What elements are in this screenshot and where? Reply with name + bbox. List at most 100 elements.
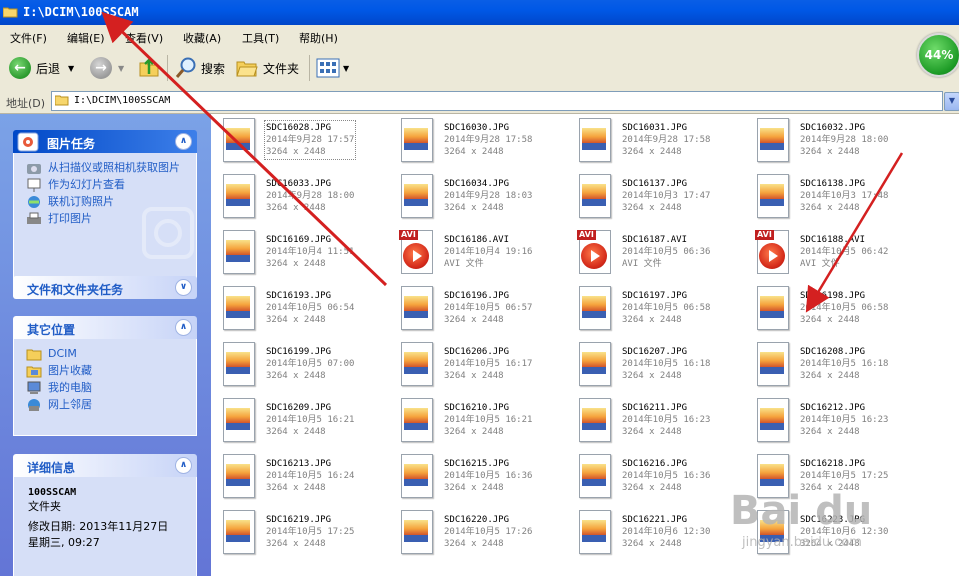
file-item[interactable]: SDC16030.JPG 2014年9月28 17:58 3264 x 2448 bbox=[389, 114, 565, 168]
chevron-down-icon[interactable]: ▼ bbox=[118, 64, 124, 73]
file-item[interactable]: SDC16221.JPG 2014年10月6 12:30 3264 x 2448 bbox=[567, 506, 743, 560]
forward-button[interactable]: → ▼ bbox=[90, 55, 124, 81]
link-network-places[interactable]: 网上邻居 bbox=[14, 398, 196, 411]
file-item[interactable]: AVI SDC16186.AVI 2014年10月4 19:16 AVI 文件 bbox=[389, 226, 565, 280]
file-item[interactable]: SDC16033.JPG 2014年9月28 18:00 3264 x 2448 bbox=[211, 170, 387, 224]
folders-button[interactable]: 文件夹 bbox=[235, 55, 299, 81]
file-item[interactable]: SDC16031.JPG 2014年9月28 17:58 3264 x 2448 bbox=[567, 114, 743, 168]
file-date: 2014年10月5 06:42 bbox=[800, 247, 889, 257]
avi-tag: AVI bbox=[755, 230, 774, 240]
file-item[interactable]: AVI SDC16188.AVI 2014年10月5 06:42 AVI 文件 bbox=[745, 226, 921, 280]
menu-file[interactable]: 文件(F) bbox=[10, 30, 47, 46]
other-places-header[interactable]: 其它位置 ∧ bbox=[13, 316, 197, 339]
file-dimensions: 3264 x 2448 bbox=[622, 315, 682, 325]
file-item[interactable]: AVI SDC16187.AVI 2014年10月5 06:36 AVI 文件 bbox=[567, 226, 743, 280]
file-info: SDC16188.AVI 2014年10月5 06:42 AVI 文件 bbox=[800, 234, 888, 270]
menu-view[interactable]: 查看(V) bbox=[125, 30, 163, 46]
file-item[interactable]: SDC16199.JPG 2014年10月5 07:00 3264 x 2448 bbox=[211, 338, 387, 392]
link-dcim[interactable]: DCIM bbox=[14, 347, 196, 361]
chevron-down-icon[interactable]: ▼ bbox=[68, 64, 74, 73]
file-item[interactable]: SDC16197.JPG 2014年10月5 06:58 3264 x 2448 bbox=[567, 282, 743, 336]
file-dimensions: AVI 文件 bbox=[800, 259, 840, 269]
link-get-pictures[interactable]: 从扫描仪或照相机获取图片 bbox=[14, 161, 196, 174]
address-dropdown-button[interactable]: ▼ bbox=[944, 92, 959, 111]
details-name: 100SSCAM bbox=[28, 487, 77, 498]
file-item[interactable]: SDC16209.JPG 2014年10月5 16:21 3264 x 2448 bbox=[211, 394, 387, 448]
address-input[interactable]: I:\DCIM\100SSCAM bbox=[51, 91, 943, 111]
file-item[interactable]: SDC16198.JPG 2014年10月5 06:58 3264 x 2448 bbox=[745, 282, 921, 336]
jpeg-image-icon bbox=[577, 118, 611, 162]
file-info: SDC16212.JPG 2014年10月5 16:23 3264 x 2448 bbox=[800, 402, 888, 438]
file-item[interactable]: SDC16138.JPG 2014年10月3 17:48 3264 x 2448 bbox=[745, 170, 921, 224]
file-dimensions: 3264 x 2448 bbox=[266, 371, 326, 381]
file-item[interactable]: SDC16034.JPG 2014年9月28 18:03 3264 x 2448 bbox=[389, 170, 565, 224]
file-tasks-header[interactable]: 文件和文件夹任务 ∨ bbox=[13, 276, 197, 299]
play-icon bbox=[581, 243, 607, 269]
file-item[interactable]: SDC16032.JPG 2014年9月28 18:00 3264 x 2448 bbox=[745, 114, 921, 168]
picture-tasks-icon bbox=[17, 132, 39, 152]
file-name: SDC16213.JPG bbox=[266, 459, 332, 469]
details-panel: 详细信息 ∧ 100SSCAM 文件夹 修改日期: 2013年11月27日 星期… bbox=[13, 454, 197, 577]
back-button[interactable]: ← 后退 ▼ bbox=[9, 55, 74, 81]
file-info: SDC16198.JPG 2014年10月5 06:58 3264 x 2448 bbox=[800, 290, 888, 326]
collapse-chevron-icon[interactable]: ∧ bbox=[175, 319, 192, 336]
file-item[interactable]: SDC16211.JPG 2014年10月5 16:23 3264 x 2448 bbox=[567, 394, 743, 448]
file-item[interactable]: SDC16208.JPG 2014年10月5 16:18 3264 x 2448 bbox=[745, 338, 921, 392]
folder-icon bbox=[55, 95, 69, 106]
link-my-pictures[interactable]: 图片收藏 bbox=[14, 364, 196, 378]
menu-help[interactable]: 帮助(H) bbox=[299, 30, 338, 46]
search-icon bbox=[175, 57, 196, 78]
file-dimensions: 3264 x 2448 bbox=[266, 483, 326, 493]
file-info: SDC16199.JPG 2014年10月5 07:00 3264 x 2448 bbox=[266, 346, 354, 382]
file-date: 2014年10月5 16:23 bbox=[622, 415, 711, 425]
file-item[interactable]: SDC16137.JPG 2014年10月3 17:47 3264 x 2448 bbox=[567, 170, 743, 224]
link-my-computer[interactable]: 我的电脑 bbox=[14, 381, 196, 394]
file-item[interactable]: SDC16219.JPG 2014年10月5 17:25 3264 x 2448 bbox=[211, 506, 387, 560]
file-name: SDC16169.JPG bbox=[266, 235, 332, 245]
file-item[interactable]: SDC16213.JPG 2014年10月5 16:24 3264 x 2448 bbox=[211, 450, 387, 504]
views-button[interactable]: ▼ bbox=[316, 55, 349, 81]
file-date: 2014年9月28 17:57 bbox=[266, 135, 355, 145]
jpeg-image-icon bbox=[577, 342, 611, 386]
file-item[interactable]: SDC16169.JPG 2014年10月4 11:51 3264 x 2448 bbox=[211, 226, 387, 280]
file-item[interactable]: SDC16220.JPG 2014年10月5 17:26 3264 x 2448 bbox=[389, 506, 565, 560]
file-name: SDC16138.JPG bbox=[800, 179, 866, 189]
details-kind: 文件夹 bbox=[28, 500, 61, 513]
file-name: SDC16186.AVI bbox=[444, 235, 510, 245]
file-dimensions: 3264 x 2448 bbox=[622, 203, 682, 213]
file-item[interactable]: SDC16028.JPG 2014年9月28 17:57 3264 x 2448 bbox=[211, 114, 387, 168]
file-dimensions: 3264 x 2448 bbox=[266, 203, 326, 213]
link-slideshow[interactable]: 作为幻灯片查看 bbox=[14, 178, 196, 192]
up-folder-button[interactable] bbox=[138, 55, 160, 81]
file-item[interactable]: SDC16216.JPG 2014年10月5 16:36 3264 x 2448 bbox=[567, 450, 743, 504]
order-prints-icon bbox=[28, 196, 40, 208]
chevron-down-icon[interactable]: ▼ bbox=[343, 64, 349, 73]
file-item[interactable]: SDC16207.JPG 2014年10月5 16:18 3264 x 2448 bbox=[567, 338, 743, 392]
picture-tasks-header[interactable]: 图片任务 ∧ bbox=[13, 130, 197, 153]
address-value: I:\DCIM\100SSCAM bbox=[74, 95, 171, 106]
file-dimensions: 3264 x 2448 bbox=[622, 539, 682, 549]
menu-favorites[interactable]: 收藏(A) bbox=[183, 30, 221, 46]
file-dimensions: AVI 文件 bbox=[622, 259, 662, 269]
file-item[interactable]: SDC16206.JPG 2014年10月5 16:17 3264 x 2448 bbox=[389, 338, 565, 392]
collapse-chevron-icon[interactable]: ∧ bbox=[175, 457, 192, 474]
jpeg-image-icon bbox=[221, 342, 255, 386]
file-item[interactable]: SDC16193.JPG 2014年10月5 06:54 3264 x 2448 bbox=[211, 282, 387, 336]
details-weekday: 星期三, 09:27 bbox=[28, 536, 100, 549]
collapse-chevron-icon[interactable]: ∧ bbox=[175, 133, 192, 150]
avi-video-icon: AVI bbox=[577, 230, 611, 274]
slideshow-icon bbox=[27, 178, 41, 192]
link-label: 联机订购照片 bbox=[48, 195, 114, 208]
file-item[interactable]: SDC16210.JPG 2014年10月5 16:21 3264 x 2448 bbox=[389, 394, 565, 448]
menu-edit[interactable]: 编辑(E) bbox=[67, 30, 105, 46]
file-dimensions: 3264 x 2448 bbox=[622, 427, 682, 437]
avi-tag: AVI bbox=[399, 230, 418, 240]
file-item[interactable]: SDC16212.JPG 2014年10月5 16:23 3264 x 2448 bbox=[745, 394, 921, 448]
file-item[interactable]: SDC16215.JPG 2014年10月5 16:36 3264 x 2448 bbox=[389, 450, 565, 504]
file-item[interactable]: SDC16196.JPG 2014年10月5 06:57 3264 x 2448 bbox=[389, 282, 565, 336]
details-header[interactable]: 详细信息 ∧ bbox=[13, 454, 197, 477]
search-button[interactable]: 搜索 bbox=[174, 55, 225, 81]
menu-tools[interactable]: 工具(T) bbox=[242, 30, 279, 46]
expand-chevron-icon[interactable]: ∨ bbox=[175, 279, 192, 296]
file-dimensions: 3264 x 2448 bbox=[444, 539, 504, 549]
